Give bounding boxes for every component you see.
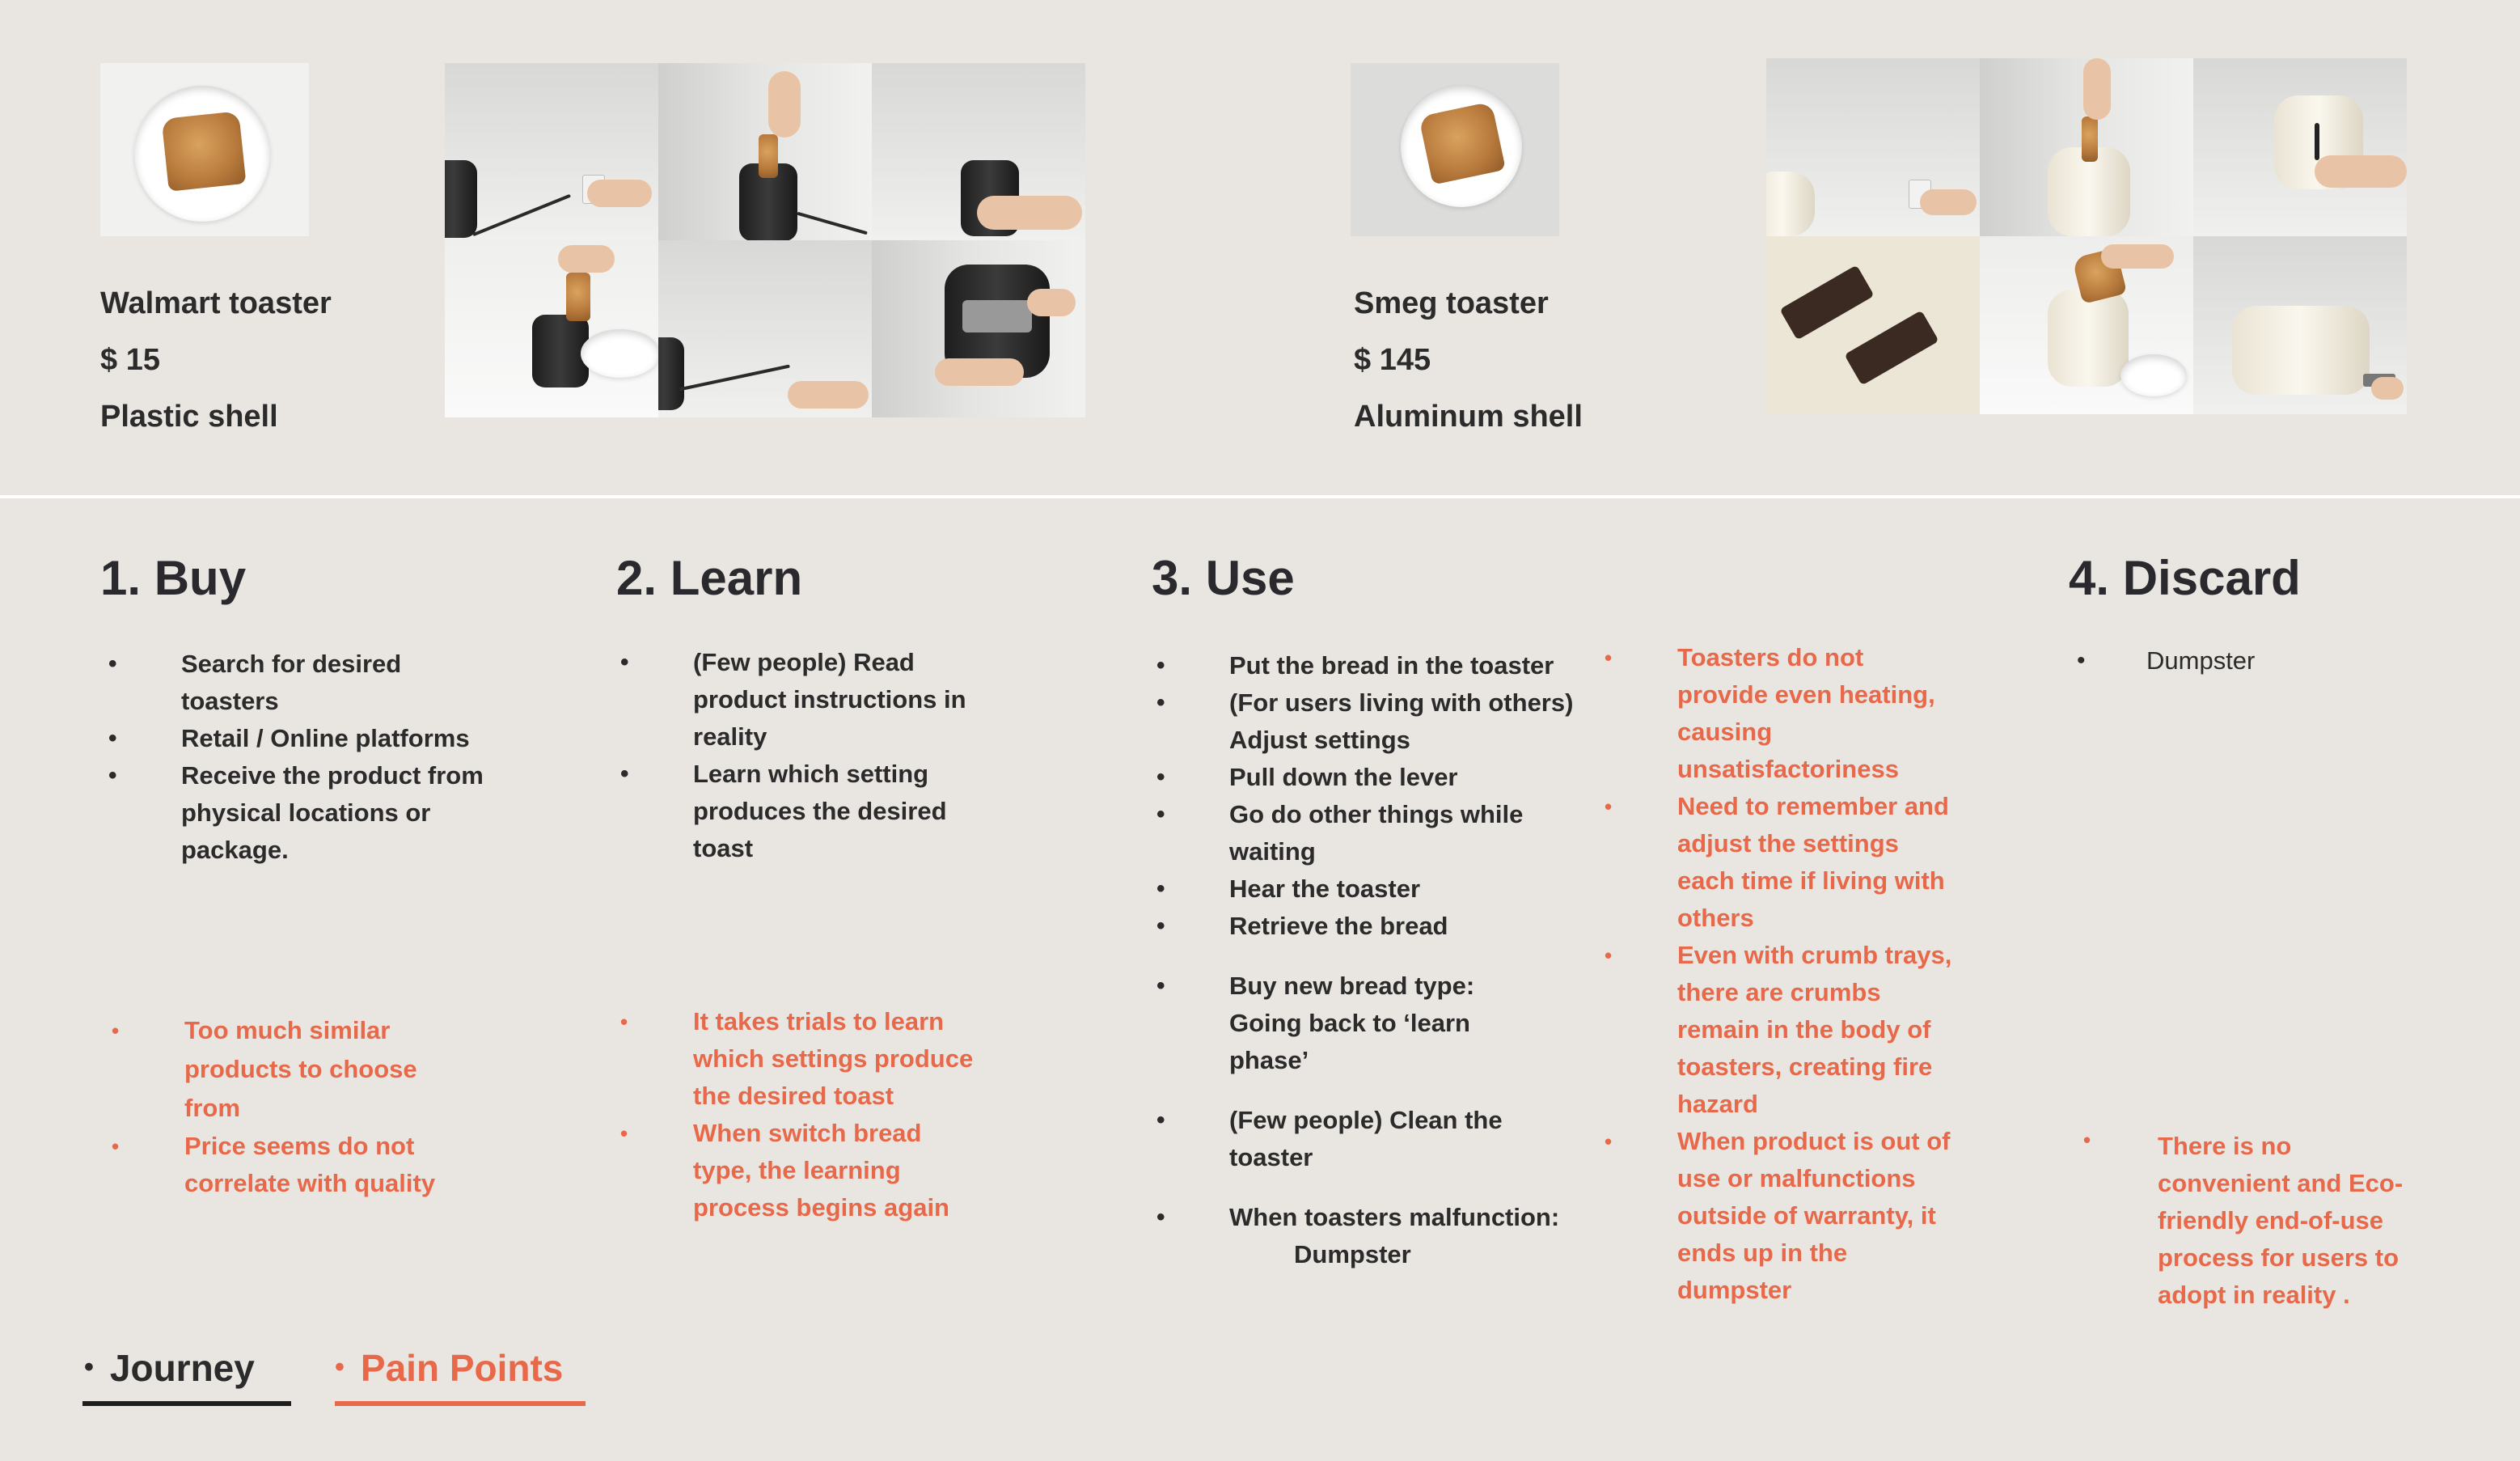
list-item: • Retrieve the bread [1156,912,1448,940]
tab-journey-label: Journey [109,1347,255,1389]
walmart-usage-photo-grid [445,63,1085,417]
list-item: • Search for desired toasters [108,650,402,715]
photo-insert-bread [658,63,872,240]
list-item: • Put the bread in the toaster [1156,651,1554,680]
learn-pain-points-list: • It takes trials to learn which settings… [620,1003,984,1226]
stage-title-use: 3. Use [1152,551,1295,605]
tab-journey-bullet: • [84,1352,94,1383]
discard-pain-points-list: • There is no convenient and Eco-friendly… [2083,1128,2425,1314]
list-item: • Need to remember and adjust the setting… [1605,792,1949,932]
list-item: • Too much similar products to choose fro… [112,1016,417,1122]
tab-pain-points[interactable]: • Pain Points [335,1346,563,1390]
smeg-material: Aluminum shell [1354,400,1583,434]
list-item: • Toasters do not provide even heating, c… [1605,643,1935,783]
list-item: • Price seems do not correlate with quali… [112,1132,436,1197]
photo-unplug [658,240,872,417]
discard-journey-list: • Dumpster [2077,642,2389,680]
buy-journey-list: • Search for desired toasters • Retail / O… [108,646,488,869]
buy-pain-points-list: • Too much similar products to choose fro… [112,1011,476,1202]
list-item: • Retail / Online platforms [108,724,470,752]
list-item: • Dumpster [2077,646,2256,675]
tab-journey-underline [82,1401,291,1406]
stage-title-learn: 2. Learn [616,551,803,605]
photo-retrieve-toast [445,240,658,417]
list-item: • (For users living with others) Adjust s… [1156,688,1574,754]
list-item: • Learn which setting produces the desire… [620,760,947,862]
smeg-toast-photo [1351,63,1559,236]
walmart-price: $ 15 [100,343,160,377]
smeg-usage-photo-grid [1766,58,2407,414]
list-item: • It takes trials to learn which settings… [620,1007,974,1110]
stage-title-buy: 1. Buy [100,551,247,605]
section-divider [0,495,2520,498]
stage-title-discard: 4. Discard [2069,551,2301,605]
tab-pain-points-underline [335,1401,586,1406]
learn-journey-list: • (Few people) Read product instructions … [620,644,1000,867]
photo-smeg-plug-in [1766,58,1980,236]
photo-press-lever [872,63,1085,240]
list-item: • There is no convenient and Eco-friendly… [2083,1128,2404,1309]
photo-smeg-crumb-tray [2193,236,2407,414]
smeg-price: $ 145 [1354,343,1431,377]
use-pain-points-list: • Toasters do not provide even heating, c… [1605,639,1960,1309]
list-item: • When product is out of use or malfuncti… [1605,1127,1951,1304]
photo-smeg-insert-bread [1980,58,2193,236]
list-item: • When switch bread type, the learning pr… [620,1119,949,1222]
list-item: • Even with crumb trays, there are crumbs… [1605,941,1952,1118]
use-journey-list: • Put the bread in the toaster • (For user… [1156,647,1585,1273]
walmart-name: Walmart toaster [100,286,332,320]
walmart-material: Plastic shell [100,400,278,434]
list-item: • (Few people) Read product instructions … [620,648,966,751]
photo-smeg-press-lever [2193,58,2407,236]
list-item: • Buy new bread type: Going back to ‘lear… [1156,972,1475,1074]
tab-journey[interactable]: • Journey [84,1346,255,1390]
photo-plug-in [445,63,658,240]
walmart-toast-photo [100,63,309,236]
list-item: • Hear the toaster [1156,874,1421,903]
smeg-name: Smeg toaster [1354,286,1549,320]
tab-pain-points-label: Pain Points [360,1347,564,1389]
list-item: • When toasters malfunction: Dumpster [1156,1203,1560,1268]
photo-smeg-retrieve-toast [1980,236,2193,414]
tab-pain-points-bullet: • [335,1352,345,1383]
photo-crumb-tray [872,240,1085,417]
list-item: • (Few people) Clean the toaster [1156,1106,1503,1171]
list-item: • Go do other things while waiting [1156,800,1524,866]
list-item: • Receive the product from physical locat… [108,761,484,864]
list-item: • Pull down the lever [1156,763,1458,791]
photo-smeg-slots-closeup [1766,236,1980,414]
